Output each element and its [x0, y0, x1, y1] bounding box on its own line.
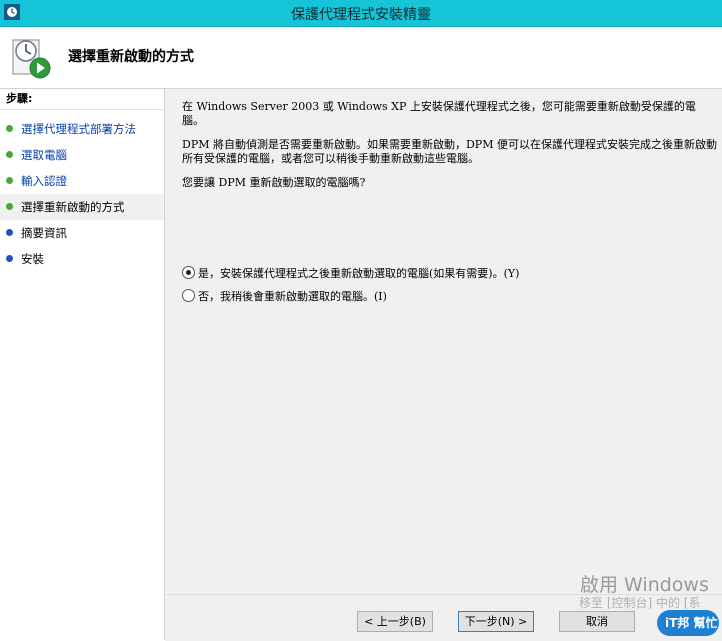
restart-no-radio[interactable]: [182, 289, 195, 302]
step-status-icon: [6, 203, 13, 210]
restart-no-option[interactable]: 否，我稍後會重新啟動選取的電腦。(I): [182, 289, 387, 305]
clock-play-icon: [12, 39, 51, 79]
step-label: 選擇代理程式部署方法: [21, 122, 136, 136]
window-title: 保護代理程式安裝精靈: [291, 7, 431, 23]
detect-text: DPM 將自動偵測是否需要重新啟動。如果需要重新啟動，DPM 便可以在保護代理程…: [182, 138, 717, 165]
question-text: 您要讓 DPM 重新啟動選取的電腦嗎?: [182, 176, 366, 189]
step-label: 選擇重新啟動的方式: [21, 200, 125, 214]
cancel-button[interactable]: 取消: [559, 611, 635, 632]
step-status-icon: [6, 125, 13, 132]
activate-windows-hint: 移至 [控制台] 中的 [系: [579, 596, 701, 610]
next-button[interactable]: 下一步(N) >: [458, 611, 534, 632]
step-status-icon: [6, 177, 13, 184]
step-item: 安裝: [0, 246, 164, 272]
restart-yes-label[interactable]: 是，安裝保護代理程式之後重新啟動選取的電腦(如果有需要)。(Y): [198, 267, 519, 280]
step-item[interactable]: 選擇代理程式部署方法: [0, 116, 164, 142]
step-item: 摘要資訊: [0, 220, 164, 246]
page-title: 選擇重新啟動的方式: [68, 49, 194, 65]
title-bar: 保護代理程式安裝精靈: [0, 0, 722, 27]
step-status-icon: [6, 255, 13, 262]
step-status-icon: [6, 151, 13, 158]
back-button[interactable]: < 上一步(B): [357, 611, 433, 632]
step-item: 選擇重新啟動的方式: [0, 194, 164, 220]
wizard-header: 選擇重新啟動的方式: [0, 27, 722, 89]
intro-text: 在 Windows Server 2003 或 Windows XP 上安裝保護…: [182, 100, 696, 127]
step-label: 選取電腦: [21, 148, 67, 162]
restart-yes-option[interactable]: 是，安裝保護代理程式之後重新啟動選取的電腦(如果有需要)。(Y): [182, 266, 519, 282]
steps-panel: 步驟: 選擇代理程式部署方法 選取電腦輸入認證選擇重新啟動的方式 摘要資訊安裝: [0, 89, 165, 640]
activate-windows-title: 啟用 Windows: [580, 574, 709, 596]
step-list: 選擇代理程式部署方法 選取電腦輸入認證選擇重新啟動的方式 摘要資訊安裝: [0, 110, 164, 272]
step-item[interactable]: 選取電腦: [0, 142, 164, 168]
step-label: 摘要資訊: [21, 226, 67, 240]
content-panel: 在 Windows Server 2003 或 Windows XP 上安裝保護…: [165, 89, 722, 594]
ithome-badge: iT邦 幫忙: [657, 610, 719, 636]
step-status-icon: [6, 229, 13, 236]
step-label: 安裝: [21, 252, 44, 266]
step-item[interactable]: 輸入認證: [0, 168, 164, 194]
restart-no-label[interactable]: 否，我稍後會重新啟動選取的電腦。(I): [198, 290, 387, 303]
steps-title: 步驟:: [0, 89, 164, 110]
restart-yes-radio[interactable]: [182, 266, 195, 279]
step-label: 輸入認證: [21, 174, 67, 188]
